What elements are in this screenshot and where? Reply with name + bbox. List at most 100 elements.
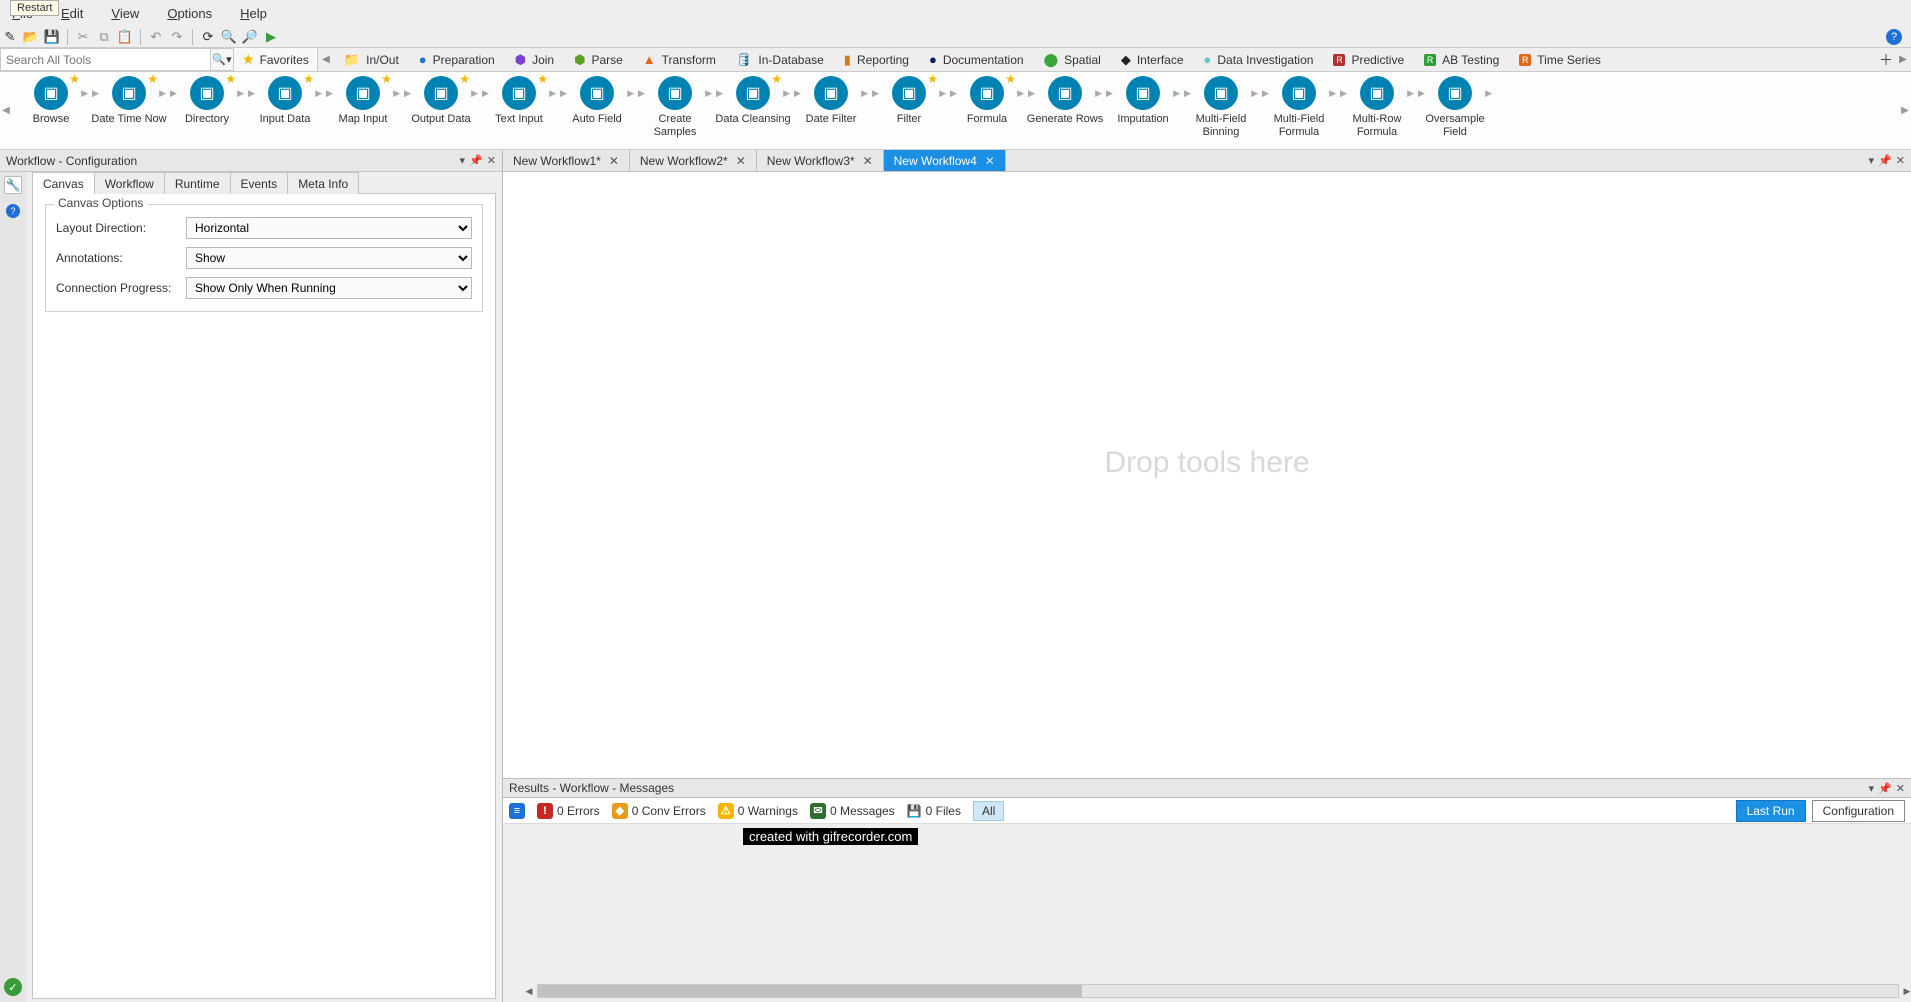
tab-events[interactable]: Events <box>230 172 289 194</box>
tab-canvas[interactable]: Canvas <box>32 172 95 194</box>
redo-icon[interactable]: ↷ <box>169 29 185 45</box>
help-side-icon[interactable]: ? <box>4 202 22 220</box>
scroll-left-arrow[interactable]: ◀ <box>522 985 536 997</box>
tab-runtime[interactable]: Runtime <box>164 172 231 194</box>
results-pin-icon[interactable]: 📌 <box>1878 782 1892 795</box>
workflow-tab-3[interactable]: New Workflow3*✕ <box>757 150 884 171</box>
tool-multi-field-binning[interactable]: ▶▶▣Multi-Field Binning <box>1182 72 1260 138</box>
undo-icon[interactable]: ↶ <box>148 29 164 45</box>
workflow-tab-2[interactable]: New Workflow2*✕ <box>630 150 757 171</box>
category-time-series[interactable]: RTime Series <box>1509 48 1611 71</box>
tool-date-time-now[interactable]: ★▶▶▣Date Time Now <box>90 72 168 138</box>
category-reporting[interactable]: ▮Reporting <box>834 48 919 71</box>
menu-view[interactable]: View <box>111 6 139 21</box>
scroll-left-icon[interactable]: ◀ <box>318 48 334 71</box>
tool-filter[interactable]: ★▶▶▣Filter <box>870 72 948 138</box>
configuration-button[interactable]: Configuration <box>1812 800 1905 822</box>
tool-oversample-field[interactable]: ▶▶▣Oversample Field <box>1416 72 1494 138</box>
canvas[interactable]: Drop tools here <box>503 172 1911 778</box>
tool-multi-field-formula[interactable]: ▶▶▣Multi-Field Formula <box>1260 72 1338 138</box>
palette-scroll-right[interactable]: ▶ <box>1899 105 1911 116</box>
tool-output-data[interactable]: ★▶▶▣Output Data <box>402 72 480 138</box>
scroll-right-arrow[interactable]: ▶ <box>1900 985 1911 997</box>
zoom-in-icon[interactable]: 🔍 <box>221 29 237 45</box>
panel-pin-icon[interactable]: 📌 <box>469 154 483 167</box>
category-preparation[interactable]: ●Preparation <box>409 48 505 71</box>
scroll-thumb[interactable] <box>538 985 1082 997</box>
tool-multi-row-formula[interactable]: ▶▶▣Multi-Row Formula <box>1338 72 1416 138</box>
conv-errors-count[interactable]: 0 Conv Errors <box>632 804 706 818</box>
panel-menu-icon[interactable]: ▾ <box>460 154 466 167</box>
workflow-tab-4[interactable]: New Workflow4✕ <box>884 150 1006 171</box>
search-dropdown[interactable]: 🔍▾ <box>210 48 234 71</box>
all-filter-button[interactable]: All <box>973 801 1004 821</box>
tab-meta[interactable]: Meta Info <box>287 172 359 194</box>
category-in-out[interactable]: 📁In/Out <box>334 48 409 71</box>
palette-scroll-left[interactable]: ◀ <box>0 105 12 116</box>
results-view-icon[interactable]: ≡ <box>509 803 525 819</box>
favorites-tab[interactable]: ★ Favorites <box>234 48 318 71</box>
tabs-menu-icon[interactable]: ▾ <box>1869 154 1875 167</box>
category-documentation[interactable]: ●Documentation <box>919 48 1034 71</box>
category-spatial[interactable]: ⬤Spatial <box>1034 48 1111 71</box>
tool-generate-rows[interactable]: ▶▶▣Generate Rows <box>1026 72 1104 138</box>
connection-progress-select[interactable]: Show Only When Running <box>186 277 472 299</box>
close-tab-icon[interactable]: ✕ <box>609 154 619 168</box>
messages-count[interactable]: 0 Messages <box>830 804 895 818</box>
panel-close-icon[interactable]: ✕ <box>487 154 496 167</box>
new-icon[interactable]: ✎ <box>2 29 18 45</box>
help-icon[interactable]: ? <box>1883 29 1905 45</box>
run-icon[interactable]: ▶ <box>263 29 279 45</box>
tool-date-filter[interactable]: ▶▶▣Date Filter <box>792 72 870 138</box>
tabs-pin-icon[interactable]: 📌 <box>1878 154 1892 167</box>
tool-create-samples[interactable]: ▶▶▣Create Samples <box>636 72 714 138</box>
tabs-close-icon[interactable]: ✕ <box>1896 154 1905 167</box>
wrench-icon[interactable]: 🔧 <box>4 176 22 194</box>
annotations-select[interactable]: Show <box>186 247 472 269</box>
menu-edit[interactable]: Edit <box>61 6 83 21</box>
category-interface[interactable]: ◆Interface <box>1111 48 1194 71</box>
close-tab-icon[interactable]: ✕ <box>863 154 873 168</box>
errors-count[interactable]: 0 Errors <box>557 804 600 818</box>
close-tab-icon[interactable]: ✕ <box>985 154 995 168</box>
category-join[interactable]: ⬢Join <box>505 48 564 71</box>
tool-directory[interactable]: ★▶▶▣Directory <box>168 72 246 138</box>
category-ab-testing[interactable]: RAB Testing <box>1414 48 1509 71</box>
cut-icon[interactable]: ✂ <box>75 29 91 45</box>
tab-workflow[interactable]: Workflow <box>94 172 165 194</box>
category-in-database[interactable]: 🛢In-Database <box>726 48 834 71</box>
results-scrollbar[interactable]: ◀ ▶ <box>537 984 1899 998</box>
results-menu-icon[interactable]: ▾ <box>1869 782 1875 795</box>
tool-imputation[interactable]: ▶▶▣Imputation <box>1104 72 1182 138</box>
save-icon[interactable]: 💾 <box>44 29 60 45</box>
tool-data-cleansing[interactable]: ★▶▶▣Data Cleansing <box>714 72 792 138</box>
add-category-button[interactable]: ＋ <box>1877 48 1895 71</box>
close-tab-icon[interactable]: ✕ <box>736 154 746 168</box>
results-close-icon[interactable]: ✕ <box>1896 782 1905 795</box>
open-icon[interactable]: 📂 <box>23 29 39 45</box>
zoom-out-icon[interactable]: 🔎 <box>242 29 258 45</box>
category-parse[interactable]: ⬢Parse <box>564 48 633 71</box>
workflow-tab-1[interactable]: New Workflow1*✕ <box>503 150 630 171</box>
category-data-investigation[interactable]: ●Data Investigation <box>1194 48 1324 71</box>
menu-help[interactable]: Help <box>240 6 267 21</box>
warnings-count[interactable]: 0 Warnings <box>738 804 798 818</box>
layout-direction-select[interactable]: Horizontal <box>186 217 472 239</box>
scroll-right-icon[interactable]: ▶ <box>1895 48 1911 71</box>
refresh-icon[interactable]: ⟳ <box>200 29 216 45</box>
tool-auto-field[interactable]: ▶▶▣Auto Field <box>558 72 636 138</box>
tool-formula[interactable]: ★▶▶▣Formula <box>948 72 1026 138</box>
search-input[interactable] <box>0 48 210 71</box>
tool-map-input[interactable]: ★▶▶▣Map Input <box>324 72 402 138</box>
tool-text-input[interactable]: ★▶▶▣Text Input <box>480 72 558 138</box>
tool-browse[interactable]: ★▶▣Browse <box>12 72 90 138</box>
category-predictive[interactable]: RPredictive <box>1323 48 1414 71</box>
tool-input-data[interactable]: ★▶▶▣Input Data <box>246 72 324 138</box>
tool-icon: ▣ <box>346 76 380 110</box>
copy-icon[interactable]: ⧉ <box>96 29 112 45</box>
files-count[interactable]: 0 Files <box>926 804 961 818</box>
paste-icon[interactable]: 📋 <box>117 29 133 45</box>
menu-options[interactable]: Options <box>167 6 212 21</box>
last-run-button[interactable]: Last Run <box>1736 800 1806 822</box>
category-transform[interactable]: ▲Transform <box>633 48 726 71</box>
